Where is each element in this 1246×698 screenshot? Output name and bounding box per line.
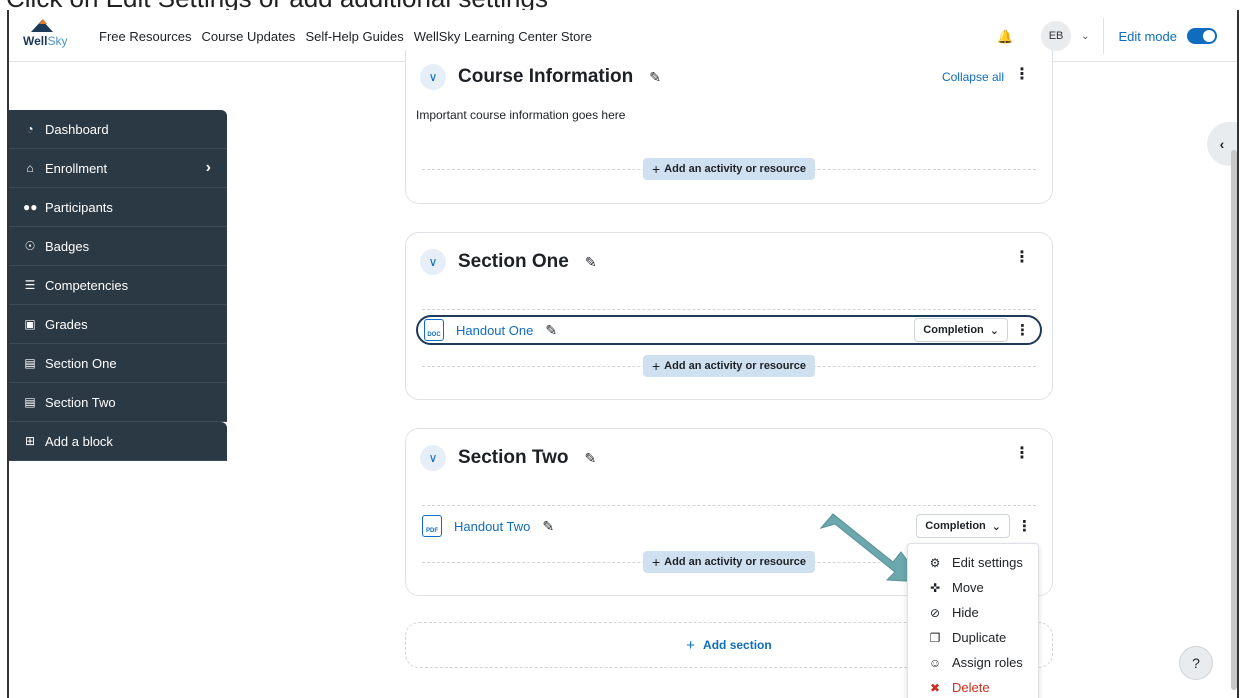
- drawer-item-dashboard[interactable]: ◔ Dashboard: [9, 110, 227, 149]
- collapse-all-link[interactable]: Collapse all: [942, 70, 1004, 84]
- add-activity-row: + Add an activity or resource: [422, 355, 1036, 377]
- copy-icon: ❐: [929, 630, 941, 645]
- section-title: Section One: [458, 251, 569, 272]
- add-activity-button[interactable]: + Add an activity or resource: [642, 158, 816, 180]
- bell-icon[interactable]: 🔔: [997, 29, 1013, 44]
- badge-icon: ☉: [24, 239, 36, 253]
- avatar[interactable]: EB: [1041, 21, 1072, 51]
- activity-handout-one[interactable]: DOC Handout One ✎ Completion ⌄ ⋮: [416, 315, 1042, 345]
- plus-icon: +: [651, 161, 661, 177]
- kebab-menu-icon[interactable]: ⋮: [1014, 443, 1030, 463]
- completion-dropdown[interactable]: Completion ⌄: [916, 514, 1010, 538]
- pencil-icon[interactable]: ✎: [649, 69, 661, 86]
- list-check-icon: ☰: [24, 278, 36, 292]
- users-icon: ●●: [23, 200, 38, 214]
- kebab-menu-icon[interactable]: ⋮: [1017, 517, 1032, 535]
- drawer-item-badges[interactable]: ☉ Badges: [9, 227, 227, 266]
- section-course-information: ∨ Course Information ✎ Collapse all ⋮ Im…: [405, 50, 1053, 204]
- plus-square-icon: ⊞: [24, 434, 36, 448]
- list-box-icon: ▤: [24, 356, 36, 370]
- activity-link[interactable]: Handout One: [456, 323, 533, 338]
- drawer-item-add-block[interactable]: ⊞ Add a block: [9, 422, 227, 461]
- section-one: ∨ Section One ✎ ⋮ DOC Handout One ✎ Comp…: [405, 232, 1053, 400]
- pdf-file-icon: PDF: [422, 515, 442, 537]
- pencil-icon[interactable]: ✎: [542, 518, 554, 535]
- help-button[interactable]: ?: [1179, 646, 1213, 680]
- doc-file-icon: DOC: [424, 319, 444, 341]
- section-description: Important course information goes here: [416, 108, 626, 122]
- drawer-item-section-two[interactable]: ▤ Section Two: [9, 383, 227, 422]
- menu-item-edit-settings[interactable]: ⚙ Edit settings: [908, 550, 1038, 575]
- chevron-down-icon: ⌄: [989, 324, 999, 337]
- section-title: Section Two: [458, 447, 569, 468]
- divider: [1103, 18, 1105, 54]
- course-index-drawer: ◔ Dashboard ⌂ Enrollment › ●● Participan…: [9, 110, 227, 461]
- chevron-down-icon[interactable]: ⌄: [1081, 31, 1089, 42]
- user-roles-icon: ☺: [928, 655, 942, 670]
- nav-link-self-help-guides[interactable]: Self-Help Guides: [305, 29, 403, 44]
- list-box-icon: ▤: [24, 395, 36, 409]
- pencil-icon[interactable]: ✎: [545, 322, 557, 339]
- add-activity-button[interactable]: + Add an activity or resource: [642, 551, 816, 573]
- edit-mode-toggle[interactable]: [1187, 28, 1217, 44]
- nav-link-free-resources[interactable]: Free Resources: [99, 29, 191, 44]
- plus-icon: +: [651, 554, 661, 570]
- chevron-down-icon[interactable]: ∨: [420, 64, 446, 90]
- activity-action-menu: ⚙ Edit settings ✜ Move ⊘ Hide ❐ Duplicat…: [907, 543, 1039, 698]
- gear-icon: ⚙: [929, 555, 941, 570]
- nav-link-course-updates[interactable]: Course Updates: [201, 29, 295, 44]
- plus-icon: +: [651, 358, 661, 374]
- pencil-icon[interactable]: ✎: [584, 450, 596, 467]
- drawer-item-section-one[interactable]: ▤ Section One: [9, 344, 227, 383]
- plus-icon: +: [686, 636, 696, 654]
- section-title: Course Information: [458, 66, 634, 87]
- trash-icon: ✖: [929, 680, 941, 695]
- menu-item-move[interactable]: ✜ Move: [908, 575, 1038, 600]
- grades-icon: ▣: [24, 317, 36, 331]
- eye-slash-icon: ⊘: [929, 605, 941, 620]
- scrollbar[interactable]: [1231, 150, 1237, 690]
- edit-mode-label: Edit mode: [1118, 28, 1177, 44]
- peak-icon: [39, 19, 47, 24]
- drawer-item-grades[interactable]: ▣ Grades: [9, 305, 227, 344]
- chevron-down-icon[interactable]: ∨: [420, 445, 446, 471]
- add-activity-button[interactable]: + Add an activity or resource: [642, 355, 816, 377]
- nav-link-store[interactable]: WellSky Learning Center Store: [414, 29, 592, 44]
- drawer-item-participants[interactable]: ●● Participants: [9, 188, 227, 227]
- add-activity-row: + Add an activity or resource: [422, 158, 1036, 180]
- chevron-left-icon: ‹: [1219, 136, 1225, 152]
- kebab-menu-icon[interactable]: ⋮: [1014, 247, 1030, 267]
- kebab-menu-icon[interactable]: ⋮: [1015, 321, 1030, 339]
- menu-item-hide[interactable]: ⊘ Hide: [908, 600, 1038, 625]
- gauge-icon: ◔: [26, 122, 34, 136]
- pencil-icon[interactable]: ✎: [585, 254, 597, 271]
- chevron-right-icon: ›: [205, 159, 211, 176]
- browser-frame: WellSky Free Resources Course Updates Se…: [7, 10, 1239, 698]
- activity-handout-two[interactable]: PDF Handout Two ✎ Completion ⌄ ⋮: [416, 511, 1042, 541]
- activity-link[interactable]: Handout Two: [454, 519, 530, 534]
- chevron-down-icon: ⌄: [991, 520, 1001, 533]
- wellsky-logo[interactable]: WellSky: [23, 18, 67, 54]
- menu-item-delete[interactable]: ✖ Delete: [908, 675, 1038, 698]
- drawer-item-enrollment[interactable]: ⌂ Enrollment ›: [9, 149, 227, 188]
- bank-icon: ⌂: [26, 161, 34, 175]
- move-icon: ✜: [929, 580, 941, 595]
- completion-dropdown[interactable]: Completion ⌄: [914, 318, 1008, 342]
- instruction-caption: Click on Edit Settings or add additional…: [0, 0, 1246, 10]
- kebab-menu-icon[interactable]: ⋮: [1014, 64, 1030, 84]
- drawer-item-competencies[interactable]: ☰ Competencies: [9, 266, 227, 305]
- chevron-down-icon[interactable]: ∨: [420, 249, 446, 275]
- menu-item-assign-roles[interactable]: ☺ Assign roles: [908, 650, 1038, 675]
- menu-item-duplicate[interactable]: ❐ Duplicate: [908, 625, 1038, 650]
